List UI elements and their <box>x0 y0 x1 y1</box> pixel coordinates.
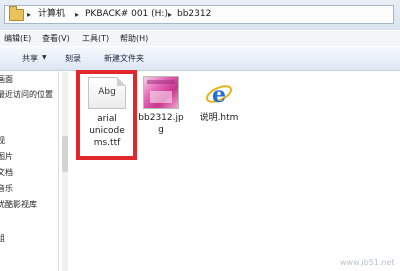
nav-item-documents[interactable]: 文档 <box>0 167 13 178</box>
nav-item-music[interactable]: 音乐 <box>0 183 13 194</box>
nav-item-pictures[interactable]: 图片 <box>0 151 13 162</box>
share-button[interactable]: 共享 <box>22 53 38 64</box>
nav-item[interactable]: 画面 <box>0 74 13 85</box>
breadcrumb-chevron-icon[interactable]: ▸ <box>75 8 79 21</box>
nav-item-recent[interactable]: 最近访问的位置 <box>0 89 53 100</box>
breadcrumb-folder[interactable]: bb2312 <box>177 8 211 21</box>
file-name: bb2312.jp <box>138 113 184 123</box>
breadcrumb-computer[interactable]: 计算机 <box>38 8 65 21</box>
watermark: www.jb51.net <box>340 258 395 267</box>
address-bar[interactable]: ▸ 计算机 ▸ PKBACK# 001 (H:) ▸ bb2312 <box>4 5 394 24</box>
share-dropdown-icon[interactable]: ▼ <box>42 54 47 61</box>
breadcrumb-chevron-icon[interactable]: ▸ <box>27 8 31 21</box>
red-highlight-box <box>76 70 137 160</box>
nav-item-homegroup[interactable]: 组 <box>0 233 5 244</box>
nav-scrollbar[interactable] <box>62 72 68 271</box>
address-bar-area: ▸ 计算机 ▸ PKBACK# 001 (H:) ▸ bb2312 <box>0 0 400 30</box>
new-folder-button[interactable]: 新建文件夹 <box>104 53 144 64</box>
menu-bar: 编辑(E) 查看(V) 工具(T) 帮助(H) <box>0 31 400 46</box>
pane-divider[interactable] <box>58 71 59 271</box>
breadcrumb-drive[interactable]: PKBACK# 001 (H:) <box>85 8 168 21</box>
burn-button[interactable]: 刻录 <box>65 53 81 64</box>
breadcrumb-chevron-icon[interactable]: ▸ <box>168 8 172 21</box>
menu-view[interactable]: 查看(V) <box>42 33 70 44</box>
ie-html-icon[interactable]: e <box>204 80 234 108</box>
navigation-pane: 画面 最近访问的位置 视 图片 文档 音乐 优酷影视库 组 <box>0 71 58 271</box>
nav-item-youku[interactable]: 优酷影视库 <box>0 199 37 210</box>
menu-help[interactable]: 帮助(H) <box>120 33 148 44</box>
menu-tools[interactable]: 工具(T) <box>82 33 109 44</box>
file-name: g <box>158 125 164 135</box>
svg-text:e: e <box>212 82 226 108</box>
image-file-icon[interactable] <box>143 76 179 109</box>
file-name: 说明.htm <box>199 113 239 123</box>
folder-icon <box>9 6 24 21</box>
menu-edit[interactable]: 编辑(E) <box>4 33 31 44</box>
nav-item[interactable]: 视 <box>0 135 5 146</box>
command-toolbar: 共享 ▼ 刻录 新建文件夹 <box>0 47 400 71</box>
file-item-htm[interactable]: 说明.htm <box>195 112 243 124</box>
scrollbar-thumb[interactable] <box>62 136 68 172</box>
file-item-jpg[interactable]: bb2312.jp g <box>136 112 186 136</box>
